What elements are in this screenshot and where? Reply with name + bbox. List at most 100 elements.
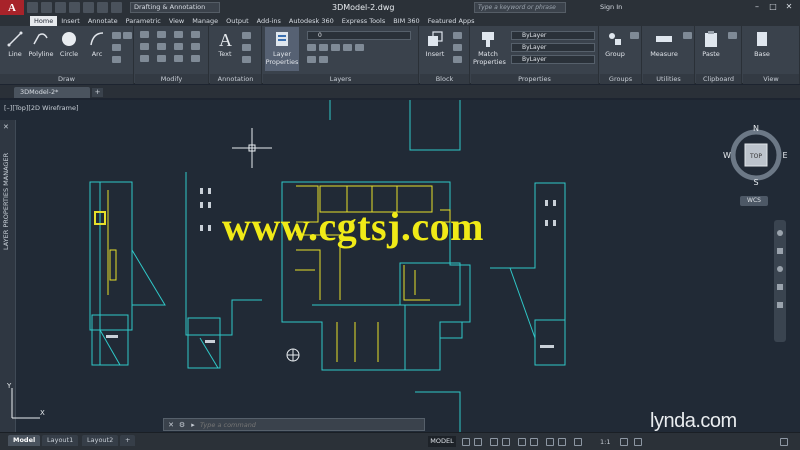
hatch-icon[interactable] (112, 44, 121, 51)
create-block-icon[interactable] (453, 32, 462, 39)
polar-icon[interactable] (502, 438, 510, 446)
open-file-icon[interactable] (41, 2, 52, 13)
workspace-icon[interactable] (620, 438, 628, 446)
tab-featured-apps[interactable]: Featured Apps (424, 16, 479, 26)
layer-dropdown[interactable]: 0 (307, 31, 411, 40)
pan-icon[interactable] (777, 248, 783, 254)
tab-autodesk-360[interactable]: Autodesk 360 (285, 16, 338, 26)
layer-walk-icon[interactable] (319, 56, 328, 63)
close-icon[interactable]: ✕ (782, 2, 796, 12)
annotation-panel-label[interactable]: Annotation (210, 74, 261, 84)
customization-icon[interactable] (780, 438, 788, 446)
tab-home[interactable]: Home (30, 16, 58, 26)
properties-panel-label[interactable]: Properties (471, 74, 598, 84)
block-panel-label[interactable]: Block (420, 74, 469, 84)
trim-icon[interactable] (174, 31, 183, 38)
tab-model[interactable]: Model (8, 435, 41, 446)
new-tab-icon[interactable]: + (92, 88, 103, 97)
scale-icon[interactable] (157, 55, 166, 62)
polyline-button[interactable]: Polyline (28, 30, 54, 58)
snap-icon[interactable] (474, 438, 482, 446)
tab-layout1[interactable]: Layout1 (42, 435, 79, 446)
minimize-icon[interactable]: – (750, 2, 764, 12)
layers-panel-label[interactable]: Layers (263, 74, 418, 84)
ortho-icon[interactable] (490, 438, 498, 446)
ellipse-icon[interactable] (112, 56, 121, 63)
explode-icon[interactable] (191, 43, 200, 50)
save-icon[interactable] (55, 2, 66, 13)
copy-clip-icon[interactable] (728, 32, 737, 39)
tab-bim-360[interactable]: BIM 360 (389, 16, 423, 26)
circle-button[interactable]: Circle (56, 30, 82, 58)
navigation-bar[interactable] (774, 220, 786, 342)
viewport-controls-label[interactable]: [–][Top][2D Wireframe] (4, 104, 79, 112)
measure-button[interactable]: Measure (647, 30, 681, 58)
modify-panel-label[interactable]: Modify (135, 74, 208, 84)
plot-icon[interactable] (83, 2, 94, 13)
layer-isolate-icon[interactable] (343, 44, 352, 51)
save-as-icon[interactable] (69, 2, 80, 13)
layer-previous-icon[interactable] (307, 56, 316, 63)
restore-icon[interactable]: □ (766, 2, 780, 12)
lineweight-toggle-icon[interactable] (546, 438, 554, 446)
tab-manage[interactable]: Manage (188, 16, 222, 26)
tab-express-tools[interactable]: Express Tools (338, 16, 389, 26)
table-icon[interactable] (242, 56, 251, 63)
viewcube[interactable]: TOP N S E W (722, 123, 792, 193)
leader-icon[interactable] (242, 44, 251, 51)
draw-more-icon[interactable] (123, 32, 132, 39)
document-tab[interactable]: 3DModel-2* (14, 87, 90, 98)
mirror-icon[interactable] (157, 43, 166, 50)
line-button[interactable]: Line (2, 30, 28, 58)
osnap-icon[interactable] (518, 438, 526, 446)
layer-on-icon[interactable] (307, 44, 316, 51)
otrack-icon[interactable] (530, 438, 538, 446)
command-input[interactable] (200, 419, 420, 430)
model-space-button[interactable]: MODEL (428, 436, 456, 447)
command-close-icon[interactable]: ✕ (166, 420, 176, 430)
match-properties-button[interactable]: Match Properties (473, 30, 506, 66)
base-view-button[interactable]: Base (749, 30, 775, 58)
group-button[interactable]: Group (602, 30, 628, 58)
color-dropdown[interactable]: ByLayer (511, 31, 595, 40)
command-history-icon[interactable]: ▸ (188, 420, 198, 430)
linetype-dropdown[interactable]: ByLayer (511, 43, 595, 52)
transparency-icon[interactable] (558, 438, 566, 446)
layer-properties-button[interactable]: Layer Properties (265, 27, 299, 71)
steering-wheel-icon[interactable] (777, 230, 783, 236)
paste-button[interactable]: Paste (698, 30, 724, 58)
stretch-icon[interactable] (140, 55, 149, 62)
selection-cycling-icon[interactable] (574, 438, 582, 446)
command-settings-icon[interactable]: ⚙ (177, 420, 187, 430)
application-menu-button[interactable]: A (0, 0, 24, 15)
lineweight-dropdown[interactable]: ByLayer (511, 55, 595, 64)
layer-lock-icon[interactable] (331, 44, 340, 51)
view-panel-label[interactable]: View (743, 74, 799, 84)
signin-button[interactable]: Sign In (600, 3, 622, 11)
tab-output[interactable]: Output (222, 16, 253, 26)
dimension-icon[interactable] (242, 32, 251, 39)
redo-icon[interactable] (111, 2, 122, 13)
arc-button[interactable]: Arc (84, 30, 110, 58)
drawing-area[interactable]: [–][Top][2D Wireframe] ✕ LAYER PROPERTIE… (0, 100, 800, 432)
search-input[interactable]: Type a keyword or phrase (474, 2, 566, 13)
tab-layout2[interactable]: Layout2 (82, 435, 119, 446)
zoom-icon[interactable] (777, 266, 783, 272)
ungroup-icon[interactable] (630, 32, 639, 39)
tab-insert[interactable]: Insert (57, 16, 84, 26)
edit-block-icon[interactable] (453, 44, 462, 51)
groups-panel-label[interactable]: Groups (600, 74, 641, 84)
add-layout-icon[interactable]: + (120, 435, 136, 446)
offset-icon[interactable] (191, 55, 200, 62)
rotate-icon[interactable] (157, 31, 166, 38)
draw-panel-label[interactable]: Draw (0, 74, 133, 84)
layer-freeze-icon[interactable] (319, 44, 328, 51)
tab-add-ins[interactable]: Add-ins (253, 16, 285, 26)
annotation-scale[interactable]: 1:1 (600, 438, 610, 446)
array-icon[interactable] (174, 55, 183, 62)
orbit-icon[interactable] (777, 284, 783, 290)
wcs-menu-button[interactable]: WCS (740, 196, 768, 206)
move-icon[interactable] (140, 31, 149, 38)
copy-icon[interactable] (140, 43, 149, 50)
attribute-icon[interactable] (453, 56, 462, 63)
